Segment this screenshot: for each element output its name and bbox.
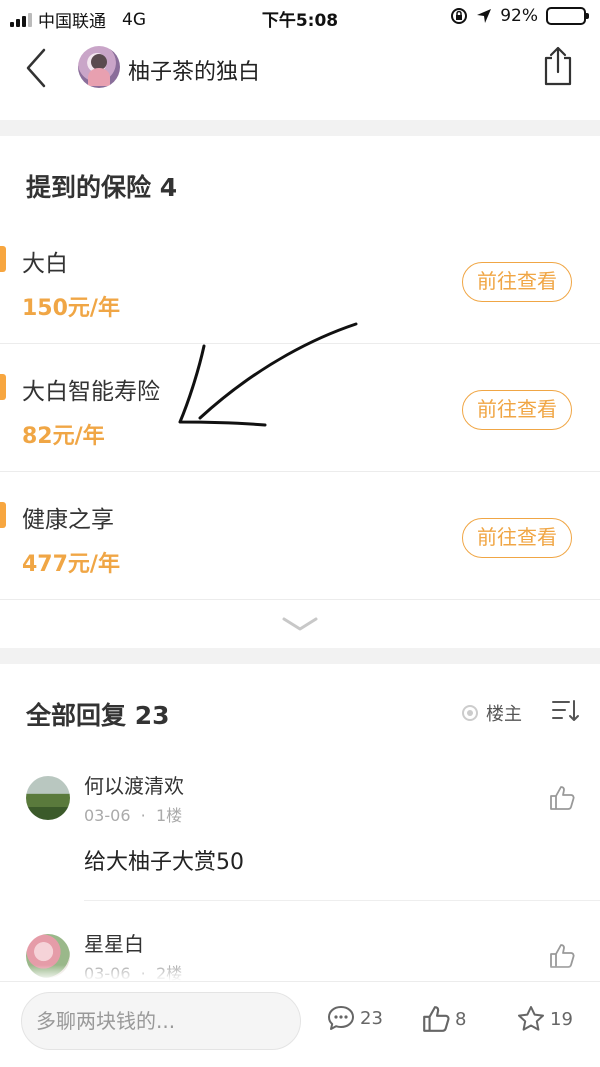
section-divider xyxy=(0,648,600,664)
status-bar: 中国联通 4G 下午5:08 92% xyxy=(0,0,600,36)
back-chevron-icon[interactable] xyxy=(22,46,52,90)
view-insurance-button[interactable]: 前往查看 xyxy=(462,262,572,302)
favorites-count: 19 xyxy=(550,1008,573,1030)
insurance-price: 477元/年 xyxy=(22,552,120,577)
thumbs-up-icon[interactable] xyxy=(548,784,576,812)
bottom-bar: 23 8 19 xyxy=(0,981,600,1067)
insurance-section-title: 提到的保险 4 xyxy=(26,173,178,202)
section-divider xyxy=(0,120,600,136)
share-icon[interactable] xyxy=(540,44,576,88)
reply-content: 给大柚子大赏50 xyxy=(84,850,244,875)
item-accent-bar xyxy=(0,246,6,272)
insurance-name: 健康之享 xyxy=(22,507,114,533)
item-accent-bar xyxy=(0,502,6,528)
chevron-down-icon[interactable] xyxy=(281,614,319,634)
reply-meta: 03-06 · 1楼 xyxy=(84,802,182,826)
thumbs-up-icon xyxy=(423,1006,450,1032)
item-accent-bar xyxy=(0,374,6,400)
comment-bubble-icon xyxy=(328,1006,354,1030)
nav-bar: 柚子茶的独白 xyxy=(0,36,600,106)
reply-username[interactable]: 何以渡清欢 xyxy=(84,770,184,799)
insurance-name: 大白 xyxy=(22,251,68,277)
reply-date: 03-06 xyxy=(84,806,131,825)
insurance-name: 大白智能寿险 xyxy=(22,379,160,405)
comments-count: 23 xyxy=(360,1007,383,1029)
op-filter-label: 楼主 xyxy=(486,704,522,725)
battery-percent: 92% xyxy=(500,6,538,26)
battery-icon xyxy=(546,7,589,25)
insurance-price: 82元/年 xyxy=(22,424,105,449)
reply-username[interactable]: 星星白 xyxy=(84,928,144,957)
favorite-button[interactable]: 19 xyxy=(516,1004,573,1034)
like-button[interactable]: 8 xyxy=(421,1004,466,1034)
reply-floor: 1楼 xyxy=(155,806,183,825)
likes-count: 8 xyxy=(455,1008,467,1030)
status-right: 92% xyxy=(450,6,589,26)
avatar[interactable] xyxy=(78,46,120,88)
comment-input[interactable] xyxy=(21,992,301,1050)
insurance-item[interactable]: 大白智能寿险 82元/年 前往查看 xyxy=(0,344,600,472)
star-icon xyxy=(518,1006,544,1031)
divider xyxy=(84,900,600,901)
page-title: 柚子茶的独白 xyxy=(128,60,261,85)
replies-section-title: 全部回复 23 xyxy=(26,701,170,730)
insurance-price: 150元/年 xyxy=(22,296,120,321)
sort-icon[interactable] xyxy=(550,698,580,724)
meta-dot: · xyxy=(135,806,151,825)
view-insurance-button[interactable]: 前往查看 xyxy=(462,518,572,558)
rotation-lock-icon xyxy=(451,8,468,24)
insurance-item[interactable]: 健康之享 477元/年 前往查看 xyxy=(0,472,600,600)
avatar[interactable] xyxy=(26,776,70,820)
radio-icon xyxy=(462,705,478,721)
location-icon xyxy=(477,9,492,23)
view-insurance-button[interactable]: 前往查看 xyxy=(462,390,572,430)
op-only-toggle[interactable]: 楼主 xyxy=(462,700,522,726)
divider xyxy=(0,599,600,600)
scroll-fade xyxy=(0,965,600,981)
insurance-item[interactable]: 大白 150元/年 前往查看 xyxy=(0,216,600,344)
comments-button[interactable]: 23 xyxy=(326,1004,383,1032)
